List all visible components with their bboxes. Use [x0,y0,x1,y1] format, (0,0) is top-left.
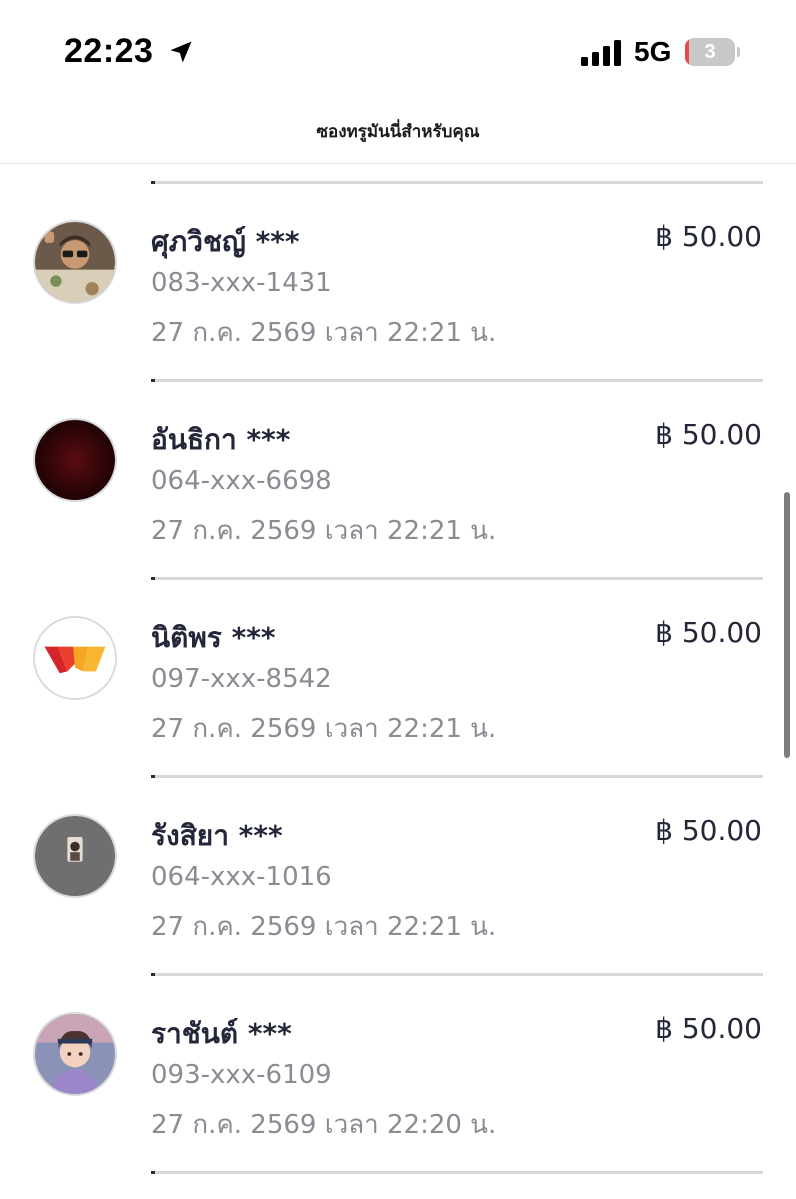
list-divider [151,775,763,778]
battery-body: 3 [685,38,735,66]
transaction-row[interactable]: รังสิยา *** ฿ 50.00 064-xxx-1016 27 ก.ค.… [0,814,796,1012]
transaction-name: นิติพร *** [151,621,276,654]
battery-cap [737,47,740,57]
location-arrow-icon [170,41,192,63]
status-bar: 22:23 5G 3 [0,0,796,100]
transaction-date: 27 ก.ค. 2569 เวลา 22:20 น. [151,1110,497,1140]
grey-photo-avatar-icon [35,816,115,896]
transaction-name: รังสิยา *** [151,819,283,852]
dark-red-avatar-icon [35,420,115,500]
transaction-name: ศุภวิชญ์ *** [151,225,300,258]
anime-avatar-icon [35,1014,115,1094]
transaction-phone: 093-xxx-6109 [151,1060,332,1090]
list-divider [151,181,763,184]
transaction-name: ราชันต์ *** [151,1017,292,1050]
transaction-row[interactable]: นิติพร *** ฿ 50.00 097-xxx-8542 27 ก.ค. … [0,616,796,814]
list-divider [151,379,763,382]
avatar [33,418,117,502]
network-label: 5G [634,36,672,67]
transaction-amount: ฿ 50.00 [655,220,762,253]
header: ซองทรูมันนี่สำหรับคุณ [0,100,796,164]
list-divider [151,1171,763,1174]
transaction-date: 27 ก.ค. 2569 เวลา 22:21 น. [151,318,497,348]
transaction-row[interactable]: อันธิกา *** ฿ 50.00 064-xxx-6698 27 ก.ค.… [0,418,796,616]
transaction-name: อันธิกา *** [151,423,291,456]
transaction-row[interactable]: ศุภวิชญ์ *** ฿ 50.00 083-xxx-1431 27 ก.ค… [0,220,796,418]
scrollbar[interactable] [784,492,790,758]
avatar [33,814,117,898]
transaction-amount: ฿ 50.00 [655,418,762,451]
transaction-phone: 083-xxx-1431 [151,268,332,298]
transaction-phone: 064-xxx-6698 [151,466,332,496]
photo-avatar-icon [35,222,115,302]
transaction-amount: ฿ 50.00 [655,616,762,649]
transaction-amount: ฿ 50.00 [655,814,762,847]
list-divider [151,577,763,580]
signal-bars-icon [581,40,621,66]
screen: 22:23 5G 3 ซองทรูมันนี่สำหรับคุณ ศุภวิชญ… [0,0,796,1199]
transaction-date: 27 ก.ค. 2569 เวลา 22:21 น. [151,516,497,546]
page-title: ซองทรูมันนี่สำหรับคุณ [316,122,480,142]
transaction-date: 27 ก.ค. 2569 เวลา 22:21 น. [151,714,497,744]
status-time: 22:23 [64,32,154,70]
logo-avatar-icon [35,618,115,698]
transaction-date: 27 ก.ค. 2569 เวลา 22:21 น. [151,912,497,942]
transaction-phone: 097-xxx-8542 [151,664,332,694]
battery-level: 3 [704,41,716,63]
transaction-amount: ฿ 50.00 [655,1012,762,1045]
list-divider [151,973,763,976]
avatar [33,1012,117,1096]
battery-icon: 3 [685,38,740,68]
avatar [33,220,117,304]
avatar [33,616,117,700]
transaction-phone: 064-xxx-1016 [151,862,332,892]
